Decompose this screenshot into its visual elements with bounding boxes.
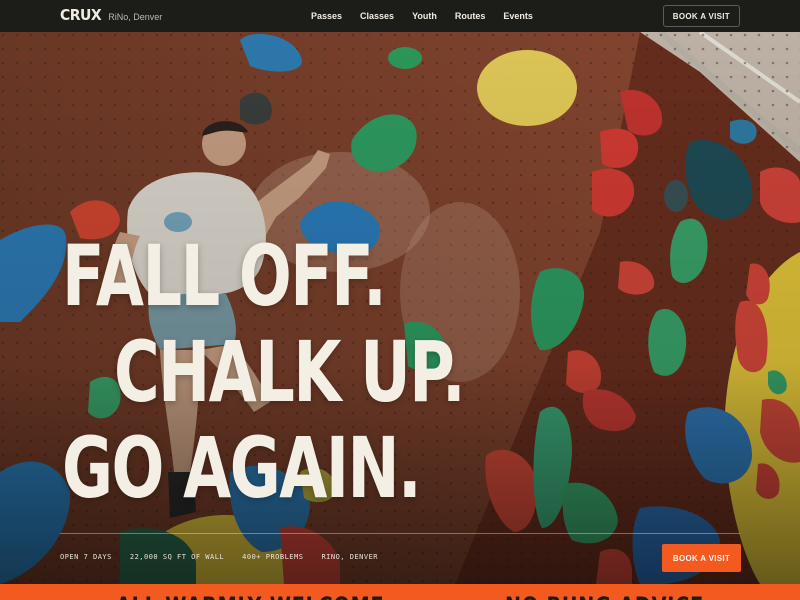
nav-links: Passes Classes Youth Routes Events [311, 0, 551, 32]
headline-line-2: CHALK UP. [114, 323, 466, 421]
brand: CRUX RiNo, Denver [60, 8, 163, 25]
hero-headline: FALL OFF. CHALK UP. GO AGAIN. [62, 228, 587, 516]
nav-link-passes[interactable]: Passes [311, 11, 342, 21]
nav-link-events[interactable]: Events [503, 11, 533, 21]
location-label: RiNo, Denver [108, 12, 163, 22]
top-nav: CRUX RiNo, Denver Passes Classes Youth R… [0, 0, 800, 32]
stat-problems: 400+ PROBLEMS [242, 553, 304, 561]
nav-link-youth[interactable]: Youth [412, 11, 437, 21]
ticker-item: NO BUNG ADVICE [505, 592, 704, 600]
stat-hours: OPEN 7 DAYS [60, 553, 112, 561]
headline-line-3: GO AGAIN. [62, 419, 422, 517]
stat-wall-size: 22,000 SQ FT OF WALL [129, 553, 225, 561]
stat-location: RINO, DENVER [321, 553, 379, 561]
logo[interactable]: CRUX [60, 8, 102, 25]
hero-divider [60, 533, 740, 534]
hero-book-visit-button[interactable]: BOOK A VISIT [662, 544, 741, 572]
hero-stats: OPEN 7 DAYS 22,000 SQ FT OF WALL 400+ PR… [60, 553, 378, 561]
nav-link-routes[interactable]: Routes [455, 11, 486, 21]
nav-link-classes[interactable]: Classes [360, 11, 394, 21]
ticker-item: ALL WARMLY WELCOME [116, 592, 384, 600]
headline-line-1: FALL OFF. [62, 227, 387, 325]
nav-book-visit-button[interactable]: BOOK A VISIT [662, 5, 740, 27]
ticker-band: ALL WARMLY WELCOME NO BUNG ADVICE [0, 584, 800, 600]
